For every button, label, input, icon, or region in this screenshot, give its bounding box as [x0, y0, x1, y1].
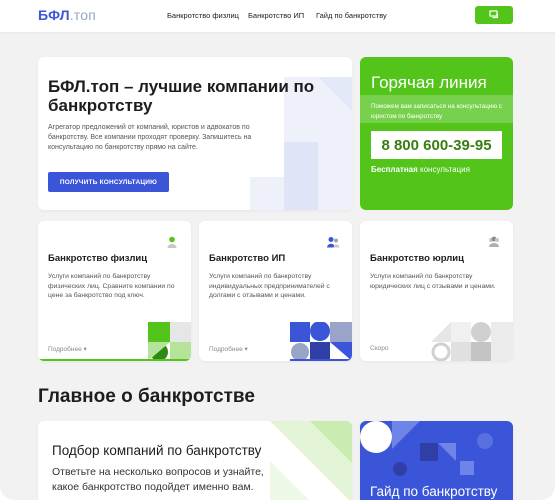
more-label: Подробнее — [209, 346, 243, 353]
more-label: Подробнее — [48, 346, 82, 353]
group-icon — [489, 236, 499, 247]
hero-description: Агрегатор предложений от компаний, юрист… — [48, 124, 252, 151]
section-title: Главное о банкротстве — [38, 386, 255, 407]
service-more-link: Скоро — [370, 345, 388, 352]
service-decoration — [290, 322, 352, 361]
service-card-entrepreneurs[interactable]: Банкротство ИП Услуги компаний по банкро… — [199, 221, 352, 361]
person-icon — [167, 236, 177, 248]
hotline-card: Горячая линия Поможем вам записаться на … — [360, 57, 513, 210]
service-card-companies[interactable]: Банкротство юрлиц Услуги компаний по бан… — [360, 221, 513, 361]
chat-button[interactable] — [475, 6, 513, 24]
service-decoration — [148, 322, 191, 361]
nav-link-entrepreneurs[interactable]: Банкротство ИП — [248, 11, 304, 20]
service-accent-bar — [38, 359, 191, 361]
picker-description: Ответьте на несколько вопросов и узнайте… — [52, 466, 264, 493]
company-picker-card[interactable]: Подбор компаний по банкротству Ответьте … — [38, 421, 352, 500]
site-logo[interactable]: БФЛ.топ — [38, 7, 96, 23]
service-more-link[interactable]: Подробнее ▾ — [209, 345, 248, 353]
service-title: Банкротство юрлиц — [370, 253, 464, 264]
nav-link-individuals[interactable]: Банкротство физлиц — [167, 11, 239, 20]
more-label: Скоро — [370, 345, 389, 352]
hotline-phone[interactable]: 8 800 600-39-95 — [371, 131, 502, 159]
free-rest: консультация — [417, 165, 470, 174]
guide-title: Гайд по банкротству — [370, 484, 498, 499]
picker-title: Подбор компаний по банкротству — [52, 443, 262, 458]
page: БФЛ.топ Банкротство физлиц Банкротство И… — [0, 0, 555, 500]
service-decoration — [431, 322, 513, 361]
hotline-subtitle: Поможем вам записаться на консультацию с… — [371, 103, 502, 120]
logo-suffix: .топ — [69, 7, 97, 23]
get-consultation-button[interactable]: ПОЛУЧИТЬ КОНСУЛЬТАЦИЮ — [48, 172, 169, 192]
free-consultation-note: Бесплатная консультация — [371, 165, 470, 174]
logo-main: БФЛ — [38, 7, 70, 23]
hero-card: БФЛ.топ – лучшие компании по банкротству… — [38, 57, 352, 210]
chat-icon — [489, 10, 499, 19]
guide-card[interactable]: Гайд по банкротству — [360, 421, 513, 500]
hotline-title: Горячая линия — [371, 73, 487, 92]
people-icon — [327, 237, 340, 248]
service-description: Услуги компаний по банкротству индивидуа… — [209, 273, 330, 299]
hero-title: БФЛ.топ – лучшие компании по банкротству — [48, 77, 315, 115]
service-description: Услуги компаний по банкротству физически… — [48, 273, 175, 299]
service-title: Банкротство ИП — [209, 253, 286, 264]
picker-decoration — [270, 421, 352, 500]
service-more-link[interactable]: Подробнее ▾ — [48, 345, 87, 353]
nav-link-guide[interactable]: Гайд по банкротству — [316, 11, 387, 20]
service-title: Банкротство физлиц — [48, 253, 148, 264]
service-card-individuals[interactable]: Банкротство физлиц Услуги компаний по ба… — [38, 221, 191, 361]
service-description: Услуги компаний по банкротству юридическ… — [370, 273, 496, 290]
top-header: БФЛ.топ Банкротство физлиц Банкротство И… — [0, 0, 555, 32]
free-bold: Бесплатная — [371, 165, 418, 174]
